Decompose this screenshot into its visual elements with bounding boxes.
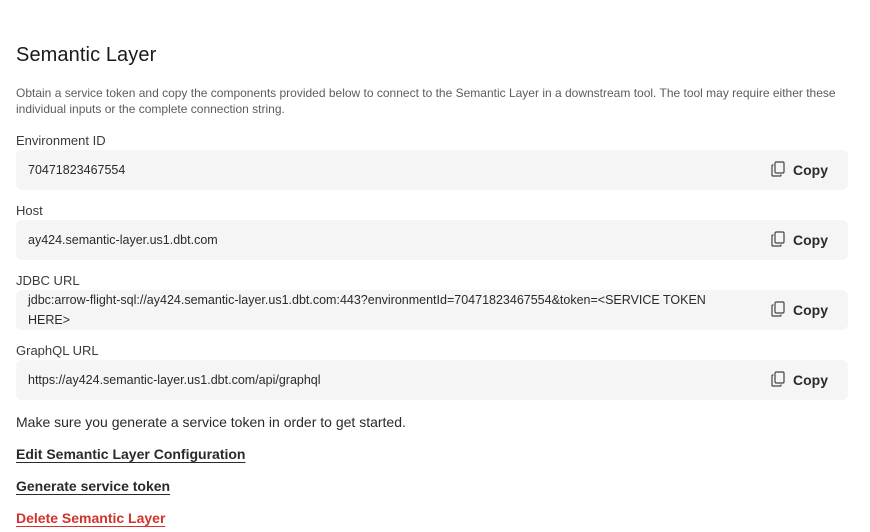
host-label: Host [16, 203, 43, 218]
copy-jdbc-url-button[interactable]: Copy [771, 290, 828, 330]
graphql-url-value: https://ay424.semantic-layer.us1.dbt.com… [28, 373, 321, 387]
copy-button-label: Copy [793, 302, 828, 318]
copy-icon [771, 300, 785, 320]
generate-service-token-link[interactable]: Generate service token [16, 478, 170, 494]
jdbc-url-value: jdbc:arrow-flight-sql://ay424.semantic-l… [28, 293, 706, 327]
host-value: ay424.semantic-layer.us1.dbt.com [28, 233, 218, 247]
jdbc-url-field: jdbc:arrow-flight-sql://ay424.semantic-l… [16, 290, 848, 330]
environment-id-label: Environment ID [16, 133, 106, 148]
environment-id-field: 70471823467554 Copy [16, 150, 848, 190]
page-description: Obtain a service token and copy the comp… [16, 86, 836, 116]
graphql-url-label: GraphQL URL [16, 343, 99, 358]
delete-semantic-layer-link[interactable]: Delete Semantic Layer [16, 510, 165, 526]
copy-graphql-url-button[interactable]: Copy [771, 360, 828, 400]
jdbc-url-label: JDBC URL [16, 273, 80, 288]
copy-button-label: Copy [793, 232, 828, 248]
copy-environment-id-button[interactable]: Copy [771, 150, 828, 190]
copy-host-button[interactable]: Copy [771, 220, 828, 260]
copy-icon [771, 370, 785, 390]
copy-icon [771, 160, 785, 180]
graphql-url-field: https://ay424.semantic-layer.us1.dbt.com… [16, 360, 848, 400]
service-token-note: Make sure you generate a service token i… [16, 414, 406, 430]
edit-semantic-layer-configuration-link[interactable]: Edit Semantic Layer Configuration [16, 446, 245, 462]
copy-button-label: Copy [793, 372, 828, 388]
copy-button-label: Copy [793, 162, 828, 178]
page-title: Semantic Layer [16, 44, 157, 66]
environment-id-value: 70471823467554 [28, 163, 126, 177]
copy-icon [771, 230, 785, 250]
host-field: ay424.semantic-layer.us1.dbt.com Copy [16, 220, 848, 260]
semantic-layer-page: Semantic Layer Obtain a service token an… [0, 0, 870, 532]
